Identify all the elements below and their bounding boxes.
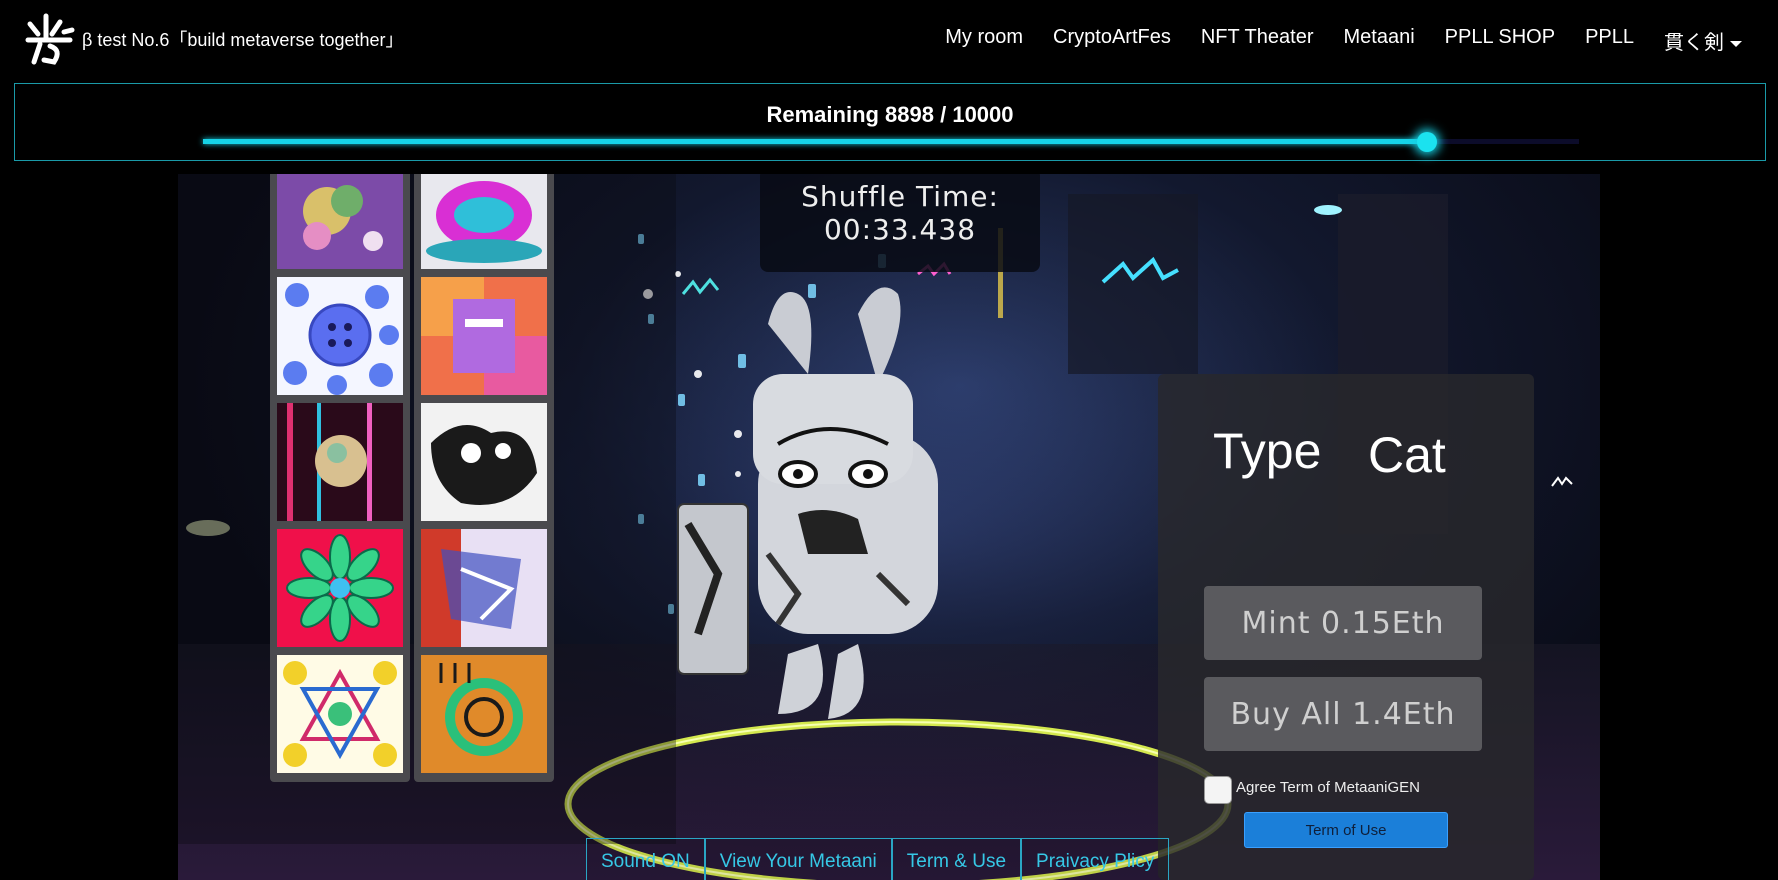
nft-thumbnail[interactable] xyxy=(270,174,410,278)
brand[interactable]: β test No.6「build metaverse together」 xyxy=(20,10,404,68)
mint-info-panel: Type Cat Mint 0.15Eth Buy All 1.4Eth Agr… xyxy=(1158,374,1534,880)
nft-image xyxy=(277,174,403,269)
nft-image xyxy=(421,277,547,395)
metaverse-scene[interactable]: Shuffle Time: 00:33.438 Type Cat Mint 0.… xyxy=(178,174,1600,880)
agree-terms-label: Agree Term of MetaaniGEN xyxy=(1236,778,1420,796)
remaining-label: Remaining 8898 / 10000 xyxy=(766,102,1014,127)
nft-image xyxy=(277,277,403,395)
nav-my-room[interactable]: My room xyxy=(945,26,1023,55)
nft-thumbnail-grid xyxy=(178,174,676,844)
nav-nft-theater[interactable]: NFT Theater xyxy=(1201,26,1314,55)
nft-thumbnail[interactable] xyxy=(270,522,410,656)
nav-ppll-shop[interactable]: PPLL SHOP xyxy=(1445,26,1555,55)
user-name: 貫く剣 xyxy=(1664,32,1724,54)
nft-thumbnail[interactable] xyxy=(414,270,554,404)
progress-fill xyxy=(203,139,1428,144)
agree-terms-row: Agree Term of MetaaniGEN xyxy=(1204,776,1420,804)
nft-image xyxy=(277,403,403,521)
brand-title: β test No.6「build metaverse together」 xyxy=(82,30,404,50)
type-value: Cat xyxy=(1368,427,1446,483)
nav-cryptoartfes[interactable]: CryptoArtFes xyxy=(1053,26,1171,55)
remaining-progress-panel: Remaining 8898 / 10000 xyxy=(14,83,1766,161)
nft-image xyxy=(421,403,547,521)
caret-down-icon xyxy=(1730,40,1742,47)
nft-image xyxy=(277,529,403,647)
nav-ppll[interactable]: PPLL xyxy=(1585,26,1634,55)
bottom-links: Sound ON View Your Metaani Term & Use Pr… xyxy=(586,838,1170,880)
nft-image xyxy=(421,655,547,773)
agree-terms-checkbox[interactable] xyxy=(1204,776,1232,804)
shuffle-timer: Shuffle Time: 00:33.438 xyxy=(760,174,1040,272)
term-use-link[interactable]: Term & Use xyxy=(891,838,1022,880)
top-navbar: β test No.6「build metaverse together」 My… xyxy=(0,0,1778,78)
nft-thumbnail[interactable] xyxy=(270,270,410,404)
term-of-use-button[interactable]: Term of Use xyxy=(1244,812,1448,848)
sound-toggle-link[interactable]: Sound ON xyxy=(586,838,705,880)
nft-image xyxy=(421,529,547,647)
progress-knob xyxy=(1417,132,1438,152)
nav-links: My room CryptoArtFes NFT Theater Metaani… xyxy=(915,26,1742,55)
nft-thumbnail[interactable] xyxy=(414,174,554,278)
buy-all-button[interactable]: Buy All 1.4Eth xyxy=(1204,677,1482,751)
mint-button[interactable]: Mint 0.15Eth xyxy=(1204,586,1482,660)
nft-thumbnail[interactable] xyxy=(414,522,554,656)
nft-thumbnail[interactable] xyxy=(270,396,410,530)
nft-thumbnail[interactable] xyxy=(414,396,554,530)
nft-thumbnail[interactable] xyxy=(414,648,554,782)
shuffle-label: Shuffle Time: xyxy=(801,180,999,213)
kanji-logo-icon xyxy=(25,13,75,65)
view-your-metaani-link[interactable]: View Your Metaani xyxy=(704,838,892,880)
nft-image xyxy=(277,655,403,773)
nav-user-dropdown[interactable]: 貫く剣 xyxy=(1664,26,1742,55)
shuffle-time-value: 00:33.438 xyxy=(823,213,977,246)
progress-track xyxy=(203,132,1579,152)
nav-metaani[interactable]: Metaani xyxy=(1343,26,1414,55)
wave-icon xyxy=(1551,476,1573,487)
type-label: Type xyxy=(1213,423,1322,479)
nft-image xyxy=(421,174,547,269)
privacy-policy-link[interactable]: Praivacy Plicy xyxy=(1021,838,1170,880)
nft-thumbnail[interactable] xyxy=(270,648,410,782)
